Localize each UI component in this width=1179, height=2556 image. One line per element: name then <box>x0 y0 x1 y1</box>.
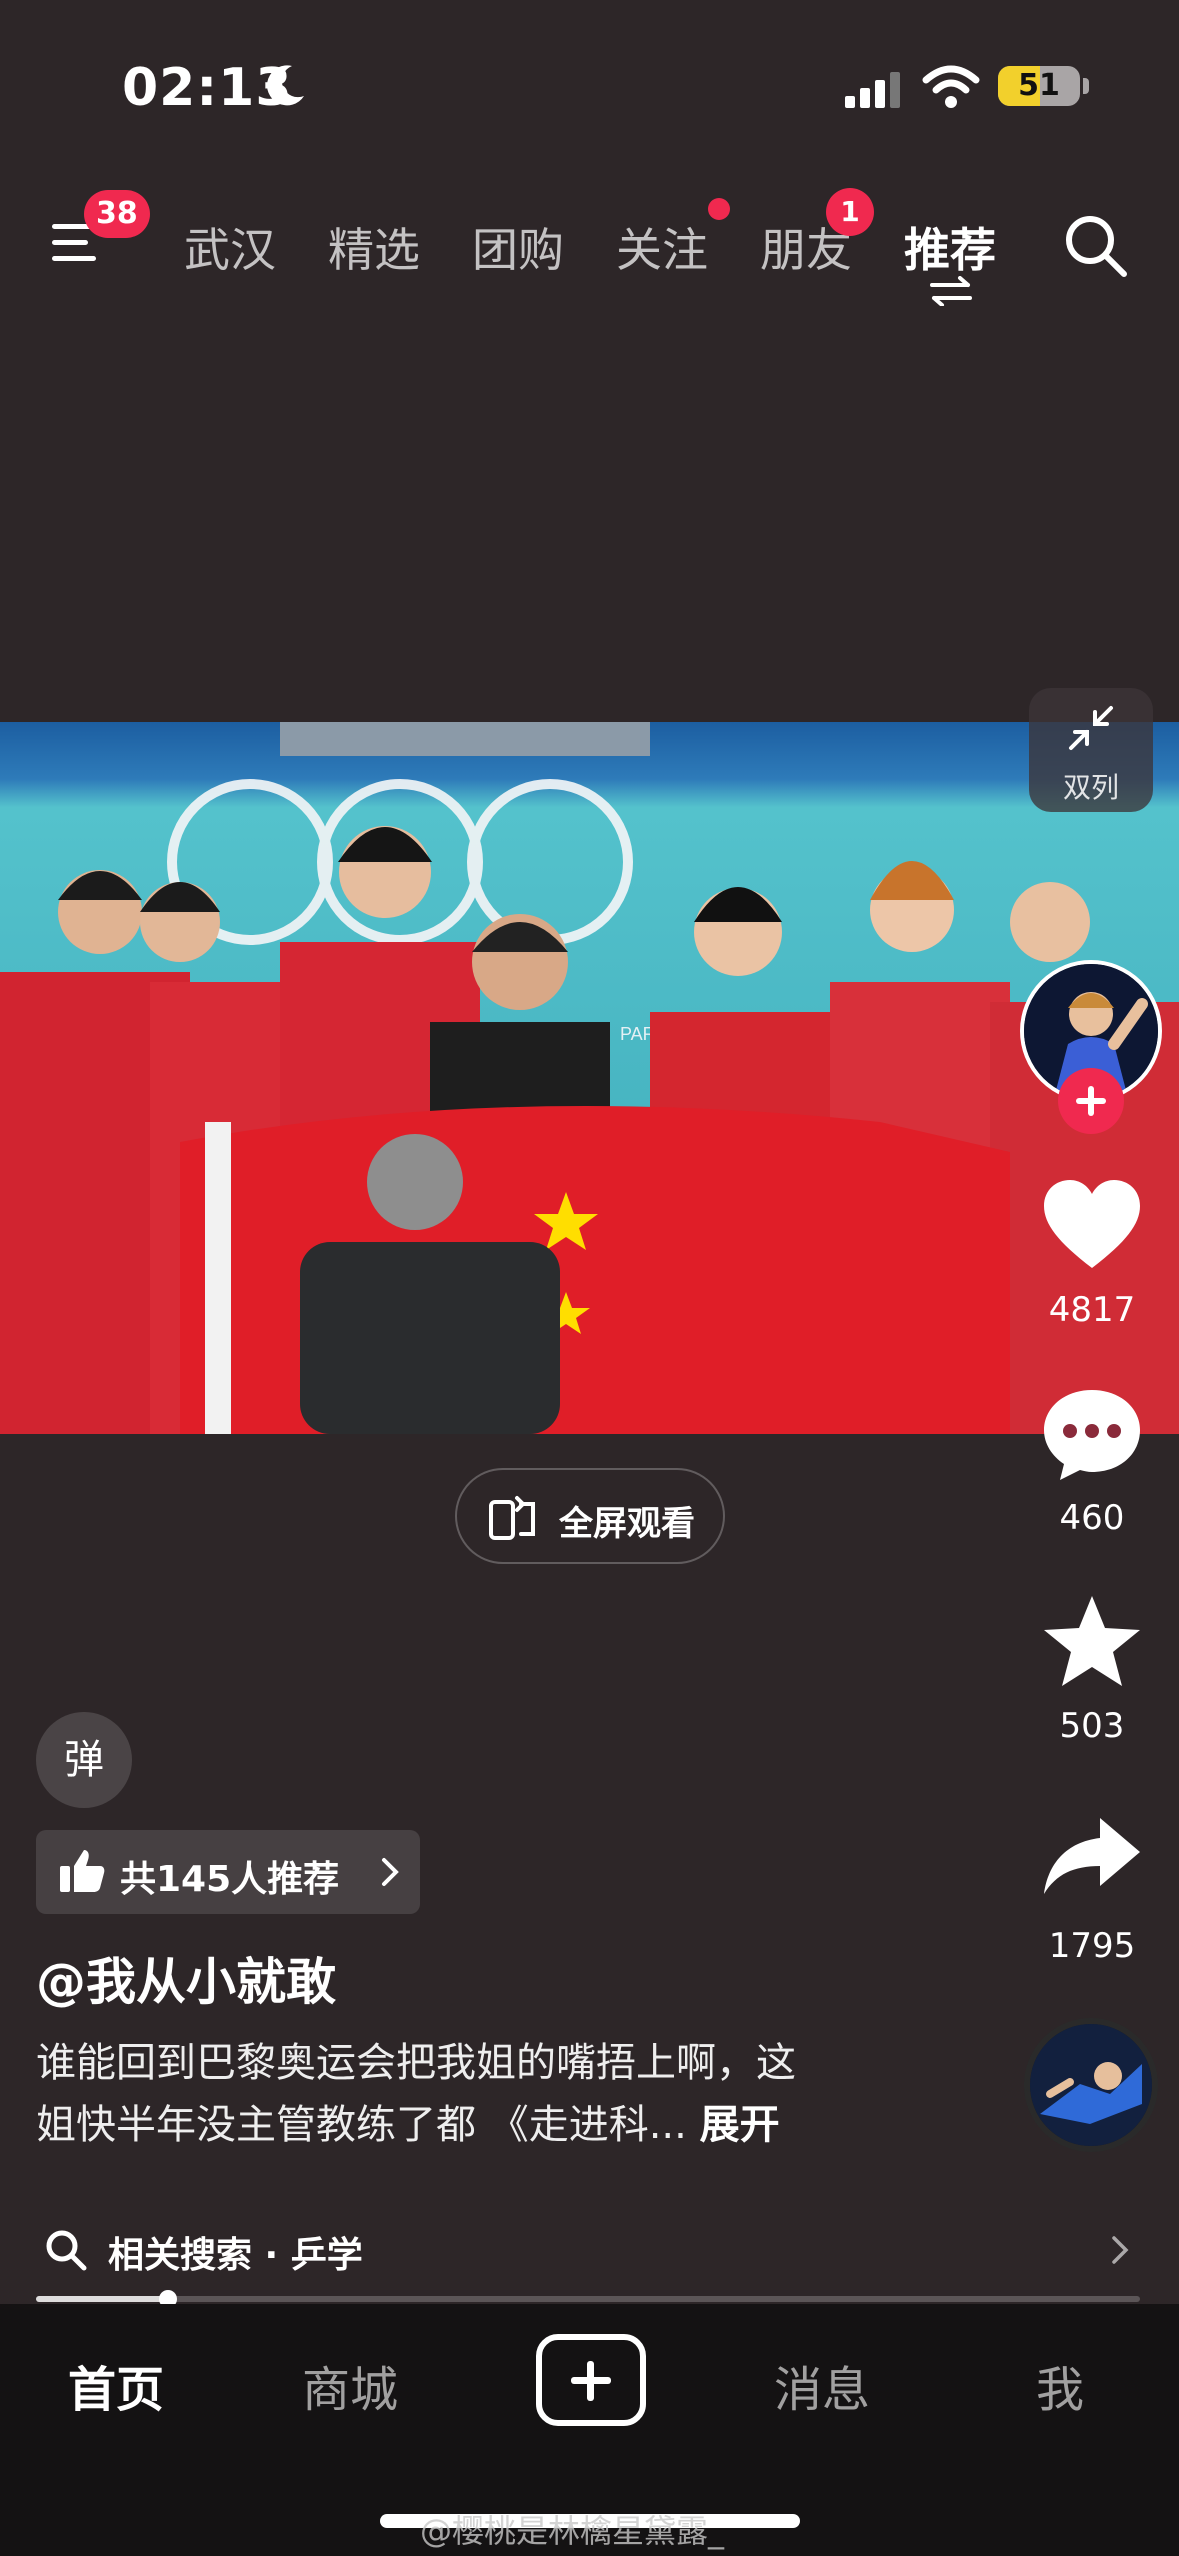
battery-indicator: 51 <box>998 66 1080 106</box>
danmu-toggle[interactable]: 弹 <box>36 1712 132 1808</box>
cellular-signal-icon <box>845 72 900 108</box>
chevron-right-icon <box>382 1858 399 1886</box>
moon-icon <box>267 65 304 106</box>
swap-arrows-icon <box>930 276 972 306</box>
tab-group-buy[interactable]: 团购 <box>472 214 564 280</box>
favorite-count: 503 <box>1059 1706 1125 1746</box>
chevron-right-icon <box>1112 2236 1129 2264</box>
friends-badge: 1 <box>826 188 874 236</box>
video-frame: PARIS 2024 <box>0 722 1179 1434</box>
following-dot-badge <box>708 198 730 220</box>
menu-notification-badge: 38 <box>84 190 150 238</box>
collapse-arrows-icon <box>1069 706 1113 750</box>
rotate-screen-icon <box>489 1496 535 1540</box>
share-count: 1795 <box>1048 1926 1136 1966</box>
music-disc-cover <box>1030 2024 1152 2146</box>
search-icon <box>46 2230 87 2271</box>
recommend-label: 共145人推荐 <box>120 1859 340 1900</box>
author-name[interactable]: @我从小就敢 <box>36 1942 336 2014</box>
caption: 谁能回到巴黎奥运会把我姐的嘴捂上啊，这 姐快半年没主管教练了都 《走进科... … <box>36 2032 936 2156</box>
double-column-button[interactable]: 双列 <box>1029 688 1153 812</box>
video-player[interactable]: PARIS 2024 <box>0 722 1179 1434</box>
progress-fill <box>36 2296 169 2302</box>
tab-following[interactable]: 关注 <box>616 214 708 280</box>
tab-messages[interactable]: 消息 <box>774 2350 870 2420</box>
thumbs-up-icon <box>60 1850 105 1892</box>
heart-icon[interactable] <box>1040 1176 1144 1276</box>
create-post-button[interactable] <box>536 2334 646 2426</box>
music-disc[interactable] <box>1024 2018 1158 2152</box>
caption-line-2: 姐快半年没主管教练了都 《走进科... <box>36 2102 687 2148</box>
caption-line-1: 谁能回到巴黎奥运会把我姐的嘴捂上啊，这 <box>36 2040 796 2086</box>
fullscreen-label: 全屏观看 <box>559 1504 695 1544</box>
star-icon[interactable] <box>1040 1592 1144 1692</box>
like-count: 4817 <box>1048 1290 1136 1330</box>
tab-wuhan[interactable]: 武汉 <box>184 214 276 280</box>
search-icon[interactable] <box>1062 212 1128 278</box>
battery-tip <box>1083 78 1089 94</box>
watermark: @樱桃是林檎星黛露_ <box>420 2512 725 2550</box>
tab-home[interactable]: 首页 <box>68 2350 164 2420</box>
expand-link[interactable]: 展开 <box>700 2102 780 2148</box>
comment-icon[interactable] <box>1040 1384 1144 1484</box>
recommend-chip[interactable]: 共145人推荐 <box>36 1830 420 1914</box>
follow-button[interactable] <box>1058 1068 1124 1134</box>
double-column-label: 双列 <box>1062 771 1119 804</box>
fullscreen-button[interactable]: 全屏观看 <box>455 1468 725 1564</box>
share-icon[interactable] <box>1040 1808 1144 1908</box>
tab-recommend[interactable]: 推荐 <box>904 214 996 280</box>
tab-featured[interactable]: 精选 <box>328 214 420 280</box>
video-progress-bar[interactable] <box>36 2290 1140 2308</box>
wifi-icon <box>922 65 980 108</box>
related-search-label: 相关搜索 · 乒学 <box>108 2235 363 2276</box>
battery-percent: 51 <box>1018 68 1060 103</box>
tab-me[interactable]: 我 <box>1036 2350 1084 2420</box>
related-search-bar[interactable]: 相关搜索 · 乒学 <box>36 2218 1140 2278</box>
tab-mall[interactable]: 商城 <box>302 2350 398 2420</box>
comment-count: 460 <box>1059 1498 1125 1538</box>
